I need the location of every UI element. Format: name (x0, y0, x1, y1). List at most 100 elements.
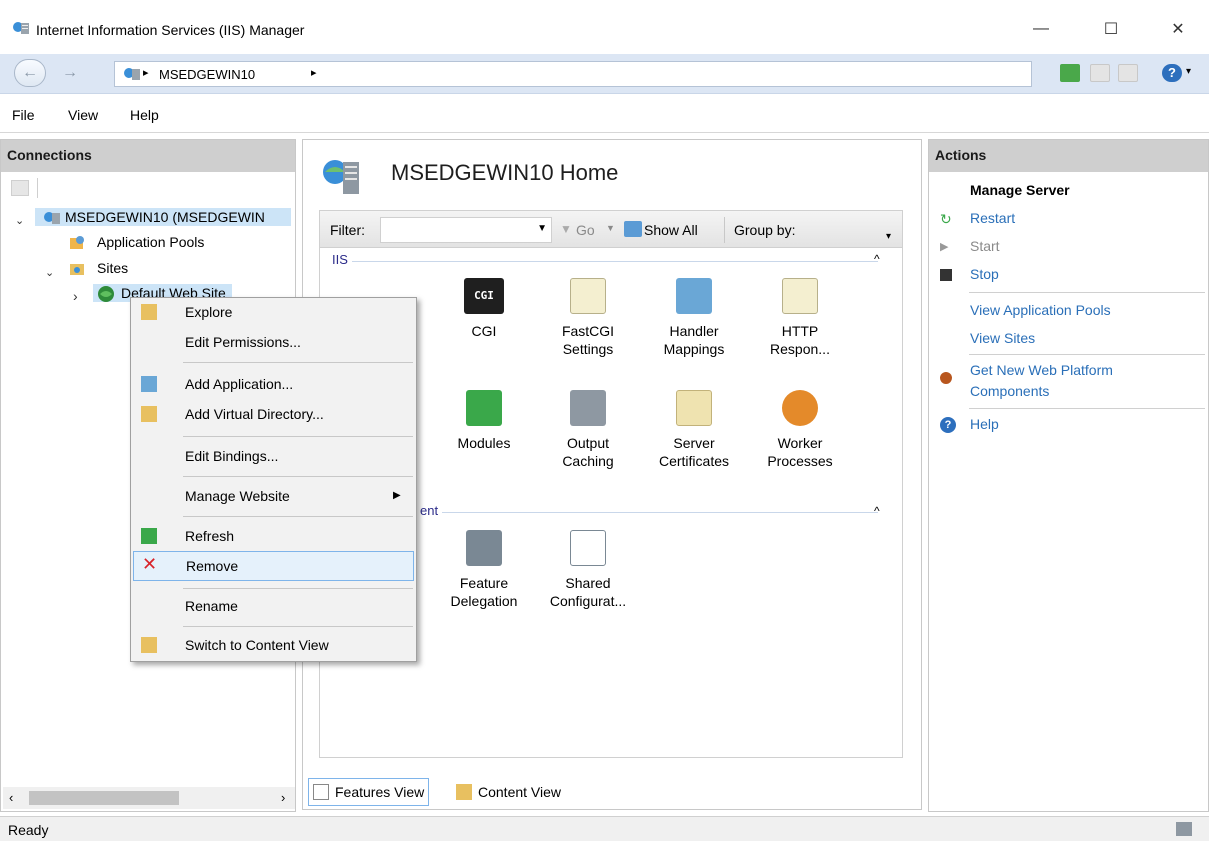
view-application-pools-link[interactable]: View Application Pools (970, 302, 1111, 318)
feature-server-certificates[interactable]: Server Certificates (646, 390, 742, 470)
menu-file[interactable]: File (12, 107, 35, 123)
menu-item-manage-website[interactable]: Manage Website ▶ (133, 482, 414, 512)
add-virtual-directory-icon (141, 406, 157, 422)
explore-icon (141, 304, 157, 320)
maximize-button[interactable]: ☐ (1096, 16, 1126, 42)
menu-item-edit-permissions[interactable]: Edit Permissions... (133, 328, 414, 358)
tree-server-node[interactable]: MSEDGEWIN10 (MSEDGEWIN (35, 208, 291, 226)
tab-features-label: Features View (335, 784, 425, 800)
help-link[interactable]: Help (970, 416, 999, 432)
scroll-right-icon[interactable]: › (281, 790, 285, 805)
filter-divider (724, 217, 725, 243)
menu-separator-2 (183, 436, 413, 437)
menu-item-add-virtual-directory[interactable]: Add Virtual Directory... (133, 400, 414, 430)
edit-bindings-label: Edit Bindings... (185, 448, 279, 464)
collapse-iis-icon[interactable]: ^ (874, 252, 880, 266)
feature-output-caching[interactable]: Output Caching (540, 390, 636, 470)
menu-separator-6 (183, 626, 413, 627)
output-caching-icon (570, 390, 606, 426)
close-button[interactable]: ✕ (1163, 16, 1193, 42)
breadcrumb-separator-end[interactable]: ▸ (311, 66, 317, 79)
feature-cgi[interactable]: CGI CGI (436, 278, 532, 340)
menu-view[interactable]: View (68, 107, 98, 123)
horizontal-scrollbar[interactable]: ‹ › (3, 787, 295, 809)
filter-dropdown-icon[interactable]: ▼ (537, 223, 547, 234)
server-home-icon (323, 160, 359, 194)
tab-content-label: Content View (478, 784, 562, 800)
status-bar: Ready (0, 816, 1209, 841)
tab-features-view[interactable]: Features View (308, 778, 430, 806)
tab-content-view[interactable]: Content View (452, 778, 565, 806)
collapse-management-icon[interactable]: ^ (874, 504, 880, 518)
back-button[interactable]: ← (14, 59, 46, 87)
menu-item-switch-content-view[interactable]: Switch to Content View (133, 631, 414, 661)
minimize-button[interactable]: — (1026, 16, 1056, 42)
refresh-toolbar-icon[interactable] (1060, 64, 1080, 82)
tree-app-pools-label: Application Pools (97, 234, 205, 250)
page-title: MSEDGEWIN10 Home (391, 160, 619, 185)
feature-fastcgi[interactable]: FastCGI Settings (540, 278, 636, 358)
restart-link[interactable]: Restart (970, 210, 1015, 226)
view-sites-link[interactable]: View Sites (970, 330, 1035, 346)
go-dropdown-icon[interactable]: ▼ (606, 223, 615, 233)
menu-item-rename[interactable]: Rename (133, 592, 414, 622)
feature-handler-mappings[interactable]: Handler Mappings (646, 278, 742, 358)
connect-icon[interactable] (11, 180, 29, 196)
menu-item-explore[interactable]: Explore (133, 298, 414, 328)
menu-item-edit-bindings[interactable]: Edit Bindings... (133, 442, 414, 472)
expand-server-chevron-icon[interactable]: ⌄ (15, 214, 24, 227)
stop-link[interactable]: Stop (970, 266, 999, 282)
toolbar-overflow-icon[interactable]: ▾ (886, 231, 891, 242)
minimize-icon: — (1033, 20, 1049, 37)
filter-input[interactable]: ▼ (380, 217, 552, 243)
scrollbar-thumb[interactable] (29, 791, 179, 805)
menu-separator-5 (183, 588, 413, 589)
feature-http-response[interactable]: HTTP Respon... (752, 278, 848, 358)
feature-handler-label: Handler Mappings (663, 323, 725, 357)
help-toolbar-icon[interactable]: ? (1162, 64, 1182, 82)
feature-delegation-label: Feature Delegation (450, 575, 518, 609)
add-virtual-directory-label: Add Virtual Directory... (185, 406, 324, 422)
app-pools-icon (70, 236, 84, 249)
start-link: Start (970, 238, 1000, 254)
stop-toolbar-icon[interactable] (1090, 64, 1110, 82)
get-web-platform-link[interactable]: Get New Web Platform (970, 362, 1113, 378)
address-field[interactable]: ▸ MSEDGEWIN10 ▸ (114, 61, 1032, 87)
scroll-left-icon[interactable]: ‹ (9, 790, 13, 805)
menu-item-refresh[interactable]: Refresh (133, 522, 414, 552)
feature-fastcgi-label: FastCGI Settings (561, 323, 615, 357)
switch-content-label: Switch to Content View (185, 637, 329, 653)
home-toolbar-icon[interactable] (1118, 64, 1138, 82)
menu-item-add-application[interactable]: Add Application... (133, 370, 414, 400)
menu-bar: File View Help (0, 95, 1209, 133)
get-web-platform-link-2[interactable]: Components (970, 383, 1049, 399)
close-icon: ✕ (1171, 21, 1185, 38)
status-text: Ready (8, 822, 49, 838)
filter-label: Filter: (330, 222, 365, 238)
feature-delegation-icon (466, 530, 502, 566)
expand-sites-chevron-icon[interactable]: ⌄ (45, 266, 54, 279)
group-management-label: ent (420, 503, 443, 518)
menu-separator-4 (183, 516, 413, 517)
add-application-label: Add Application... (185, 376, 294, 392)
feature-worker-processes[interactable]: Worker Processes (752, 390, 848, 470)
feature-modules[interactable]: Modules (436, 390, 532, 452)
go-button[interactable]: Go (576, 222, 595, 238)
shared-configuration-icon (570, 530, 606, 566)
menu-separator (183, 362, 413, 363)
feature-output-label: Output Caching (562, 435, 614, 469)
feature-shared-configuration[interactable]: Shared Configurat... (540, 530, 636, 610)
menu-help[interactable]: Help (130, 107, 159, 123)
breadcrumb-server[interactable]: MSEDGEWIN10 (159, 67, 255, 82)
address-bar: ← → ▸ MSEDGEWIN10 ▸ ? ▾ (0, 54, 1209, 94)
explore-label: Explore (185, 304, 233, 320)
feature-delegation[interactable]: Feature Delegation (436, 530, 532, 610)
group-divider (350, 261, 878, 262)
menu-item-remove[interactable]: ✕ Remove (133, 551, 414, 581)
expand-site-chevron-icon[interactable]: › (73, 288, 78, 304)
help-dropdown-icon[interactable]: ▾ (1186, 66, 1191, 77)
filter-toolbar: Filter: ▼ ▼ Go ▼ Show All Group by: ▾ (319, 210, 903, 248)
forward-button[interactable]: → (54, 59, 86, 87)
group-by-button[interactable]: Group by: (734, 222, 795, 238)
show-all-button[interactable]: Show All (644, 222, 698, 238)
